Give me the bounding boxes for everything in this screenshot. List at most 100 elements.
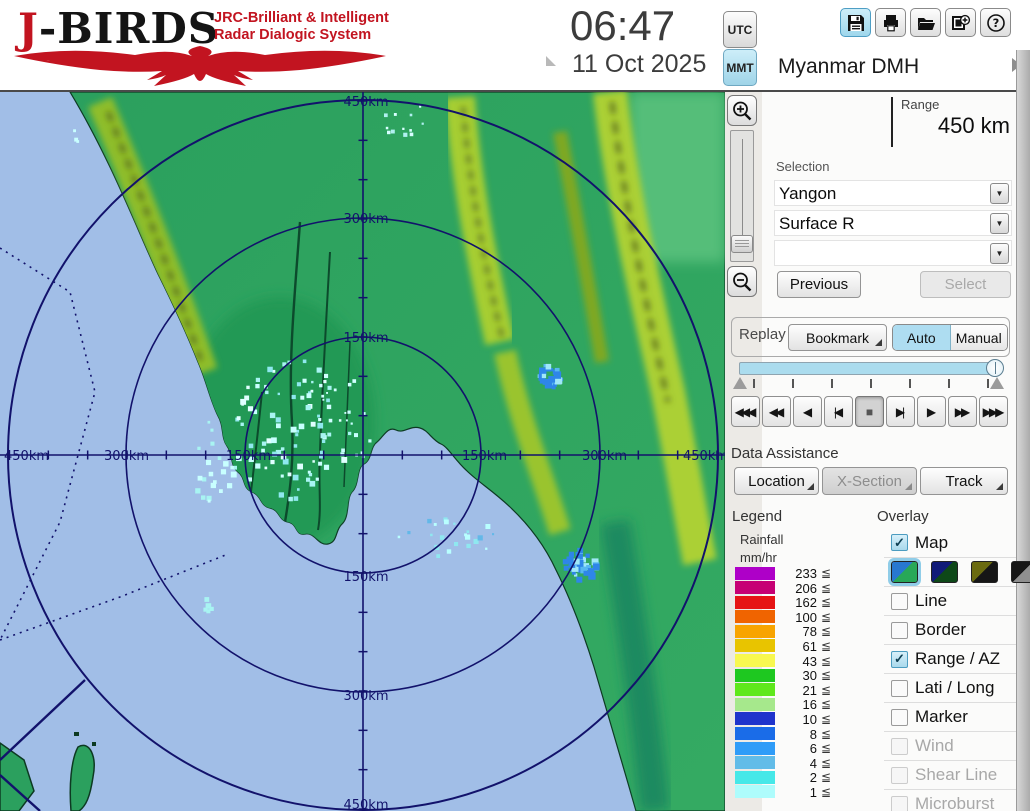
radar-map-canvas[interactable]: 450km 300km 150km 150km 300km 450km 450km 300km… [0, 91, 728, 811]
legend-le-symbol: ≦ [821, 668, 832, 683]
open-folder-button[interactable] [910, 8, 941, 37]
rain-echo [311, 380, 314, 384]
zoom-out-button[interactable] [727, 266, 757, 297]
track-button[interactable]: Track [920, 467, 1008, 495]
print-button[interactable] [875, 8, 906, 37]
overlay-row-range-az[interactable]: ✓ Range / AZ [884, 644, 1016, 673]
forward-fast-button[interactable]: ▶▶▶ [979, 396, 1008, 427]
play-button[interactable]: ▶ [917, 396, 946, 427]
add-image-button[interactable] [945, 8, 976, 37]
step-back-button[interactable]: |◀ [824, 396, 853, 427]
rain-echo [297, 463, 303, 470]
play-backward-button[interactable]: ◀ [793, 396, 822, 427]
rain-echo [246, 385, 250, 390]
checkbox[interactable] [891, 621, 908, 639]
checkbox[interactable] [891, 708, 908, 726]
range-ring-label: 300km [343, 689, 388, 704]
zoom-slider-track[interactable] [730, 130, 754, 262]
rewind-button[interactable]: ◀◀ [762, 396, 791, 427]
rain-echo [207, 420, 211, 424]
overlay-row-line[interactable]: Line [884, 586, 1016, 615]
replay-label: Replay [739, 326, 786, 343]
rain-echo [195, 488, 201, 494]
chevron-down-icon[interactable]: ▼ [990, 213, 1009, 234]
rain-echo [352, 379, 357, 383]
rain-echo [402, 127, 405, 130]
rain-echo [296, 429, 300, 433]
legend-le-symbol: ≦ [821, 653, 832, 668]
select-button[interactable]: Select [920, 271, 1011, 298]
step-forward-button[interactable]: ▶| [886, 396, 915, 427]
legend-color-swatch [735, 668, 775, 682]
checkbox[interactable] [891, 795, 908, 811]
map-style-swatch-1[interactable] [888, 558, 921, 586]
rain-echo [368, 439, 372, 443]
slider-start-marker[interactable] [733, 377, 747, 389]
overlay-row-shear-line[interactable]: Shear Line [884, 760, 1016, 789]
zoom-in-button[interactable] [727, 95, 757, 126]
slider-end-marker[interactable] [990, 377, 1004, 389]
checkbox[interactable] [891, 766, 908, 784]
rain-echo [270, 460, 275, 465]
checkbox-checked[interactable]: ✓ [891, 650, 908, 668]
overlay-row-lati-long[interactable]: Lati / Long [884, 673, 1016, 702]
location-button[interactable]: Location [734, 467, 819, 495]
overlay-label: Shear Line [915, 765, 998, 784]
chevron-down-icon[interactable]: ▼ [990, 183, 1009, 204]
rain-echo [541, 373, 547, 379]
legend-row: 233 ≦ [735, 566, 845, 581]
chevron-down-icon[interactable]: ▼ [990, 243, 1009, 264]
utc-button[interactable]: UTC [723, 11, 757, 48]
overlay-row-map[interactable]: ✓ Map [884, 528, 1016, 557]
rain-echo [288, 496, 293, 502]
map-style-swatch-4[interactable] [1011, 561, 1030, 583]
selection-dropdown-product[interactable]: Surface R ▼ [774, 210, 1012, 236]
rain-echo [316, 367, 322, 373]
menu-corner-icon [875, 339, 882, 346]
rain-echo [227, 483, 233, 489]
rain-echo [278, 492, 284, 498]
replay-timeline-slider[interactable] [739, 362, 997, 375]
help-button[interactable]: ? [980, 8, 1011, 37]
stop-button[interactable]: ■ [855, 396, 884, 427]
overlay-row-microburst[interactable]: Microburst [884, 789, 1016, 811]
map-style-swatch-3[interactable] [971, 561, 998, 583]
map-style-swatch-2[interactable] [931, 561, 958, 583]
rain-echo [73, 129, 76, 133]
legend-row: 2 ≦ [735, 770, 845, 785]
map-style-swatches [884, 557, 1030, 586]
checkbox[interactable] [891, 737, 908, 755]
rain-echo [210, 428, 214, 432]
selection-label: Selection [776, 159, 830, 174]
rewind-fast-button[interactable]: ◀◀◀ [731, 396, 760, 427]
slider-tick [831, 379, 833, 388]
replay-slider-handle[interactable] [986, 359, 1004, 377]
rain-echo [338, 419, 342, 422]
legend-value: 21 [802, 682, 817, 698]
save-button[interactable] [840, 8, 871, 37]
bookmark-button[interactable]: Bookmark [788, 324, 887, 351]
x-section-button[interactable]: X-Section [822, 467, 917, 495]
checkbox-checked[interactable]: ✓ [891, 534, 908, 551]
selection-dropdown-extra[interactable]: ▼ [774, 240, 1012, 266]
overlay-row-wind[interactable]: Wind [884, 731, 1016, 760]
previous-button[interactable]: Previous [777, 271, 861, 298]
auto-button[interactable]: Auto [893, 325, 951, 350]
rain-echo [347, 410, 351, 414]
forward-button[interactable]: ▶▶ [948, 396, 977, 427]
rain-echo [287, 472, 292, 477]
selection-dropdown-site[interactable]: Yangon ▼ [774, 180, 1012, 206]
manual-button[interactable]: Manual [950, 325, 1007, 350]
overlay-row-marker[interactable]: Marker [884, 702, 1016, 731]
checkbox[interactable] [891, 592, 908, 610]
zoom-slider-thumb[interactable] [731, 235, 753, 253]
rain-echo [403, 132, 408, 137]
overlay-row-border[interactable]: Border [884, 615, 1016, 644]
mmt-button[interactable]: MMT [723, 49, 757, 86]
rain-echo [271, 437, 277, 444]
checkbox[interactable] [891, 679, 908, 697]
radar-map-svg: 450km 300km 150km 150km 300km 450km 450km 300km… [0, 91, 728, 811]
legend-le-symbol: ≦ [821, 755, 832, 770]
legend-le-symbol: ≦ [821, 711, 832, 726]
rain-echo [439, 535, 445, 540]
